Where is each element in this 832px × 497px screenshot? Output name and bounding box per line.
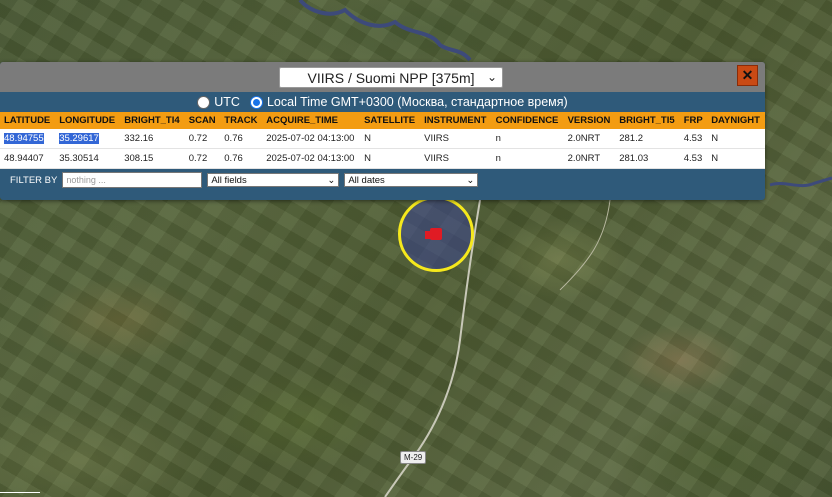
table-cell: VIIRS <box>420 148 492 169</box>
column-header[interactable]: ACQUIRE_TIME <box>262 112 361 129</box>
popup-header: VIIRS / Suomi NPP [375m] ⌄ ✕ <box>0 62 765 92</box>
filter-bar: FILTER BY nothing ... All fields ⌄ All d… <box>0 169 765 191</box>
table-cell: n <box>491 129 564 149</box>
table-cell: 332.16 <box>120 129 185 149</box>
local-time-label: Local Time GMT+0300 (Москва, стандартное… <box>266 95 568 109</box>
table-cell: 48.94755 <box>0 129 56 149</box>
column-header[interactable]: VERSION <box>563 112 616 129</box>
selected-text: 35.29617 <box>59 133 99 144</box>
table-cell: 2.0NRT <box>563 129 616 149</box>
table-cell: 0.76 <box>220 148 263 169</box>
column-header[interactable]: FRP <box>679 112 708 129</box>
column-header[interactable]: SCAN <box>184 112 221 129</box>
column-header[interactable]: LONGITUDE <box>55 112 121 129</box>
road-label: M-29 <box>400 451 427 464</box>
table-cell: 0.72 <box>184 148 221 169</box>
selected-text: 48.94755 <box>4 133 44 144</box>
table-cell: N <box>360 148 421 169</box>
field-filter-select[interactable]: All fields ⌄ <box>207 173 340 187</box>
table-cell: N <box>707 148 765 169</box>
table-cell: 2025-07-02 04:13:00 <box>262 129 361 149</box>
table-cell: 281.03 <box>615 148 680 169</box>
local-time-radio[interactable] <box>249 95 263 109</box>
filter-placeholder: nothing ... <box>66 175 106 185</box>
date-filter-value: All dates <box>348 174 385 186</box>
date-filter-select[interactable]: All dates ⌄ <box>344 173 479 187</box>
table-cell: 0.72 <box>184 129 221 149</box>
table-cell: VIIRS <box>420 129 492 149</box>
field-filter-value: All fields <box>211 174 247 186</box>
table-cell: 0.76 <box>220 129 263 149</box>
table-cell: 35.30514 <box>55 148 121 169</box>
chevron-down-icon: ⌄ <box>466 174 475 186</box>
table-cell: 2025-07-02 04:13:00 <box>262 148 361 169</box>
chevron-down-icon: ⌄ <box>327 174 336 186</box>
table-cell: N <box>360 129 421 149</box>
column-header[interactable]: BRIGHT_TI5 <box>615 112 680 129</box>
chevron-down-icon: ⌄ <box>486 70 497 84</box>
table-cell: N <box>707 129 765 149</box>
table-cell: 2.0NRT <box>563 148 616 169</box>
column-header[interactable]: TRACK <box>220 112 263 129</box>
table-cell: n <box>491 148 564 169</box>
table-cell: 4.53 <box>679 129 708 149</box>
table-header-row: LATITUDE LONGITUDE BRIGHT_TI4 SCAN TRACK… <box>0 112 765 129</box>
fire-hotspot-marker[interactable] <box>425 231 433 239</box>
table-cell: 48.94407 <box>0 148 56 169</box>
utc-label: UTC <box>214 95 240 109</box>
column-header[interactable]: SATELLITE <box>360 112 421 129</box>
table-row[interactable]: 48.94755 35.29617 332.16 0.72 0.76 2025-… <box>0 129 765 149</box>
column-header[interactable]: BRIGHT_TI4 <box>120 112 185 129</box>
filter-label: FILTER BY <box>10 174 58 186</box>
table-cell: 281.2 <box>615 129 680 149</box>
timezone-toggle: UTC Local Time GMT+0300 (Москва, стандар… <box>0 92 765 112</box>
table-cell: 35.29617 <box>55 129 121 149</box>
filter-input[interactable]: nothing ... <box>62 172 203 188</box>
table-row[interactable]: 48.94407 35.30514 308.15 0.72 0.76 2025-… <box>0 148 765 169</box>
column-header[interactable]: LATITUDE <box>0 112 56 129</box>
close-button[interactable]: ✕ <box>737 65 758 86</box>
table-cell: 308.15 <box>120 148 185 169</box>
data-source-select[interactable]: VIIRS / Suomi NPP [375m] ⌄ <box>279 67 503 88</box>
column-header[interactable]: DAYNIGHT <box>707 112 765 129</box>
fire-info-popup: VIIRS / Suomi NPP [375m] ⌄ ✕ UTC Local T… <box>0 62 765 200</box>
column-header[interactable]: INSTRUMENT <box>420 112 492 129</box>
fire-data-table: LATITUDE LONGITUDE BRIGHT_TI4 SCAN TRACK… <box>0 112 765 169</box>
table-cell: 4.53 <box>679 148 708 169</box>
column-header[interactable]: CONFIDENCE <box>491 112 564 129</box>
utc-radio[interactable] <box>197 95 211 109</box>
scale-bar <box>0 492 40 497</box>
data-source-value: VIIRS / Suomi NPP [375m] <box>307 69 475 86</box>
